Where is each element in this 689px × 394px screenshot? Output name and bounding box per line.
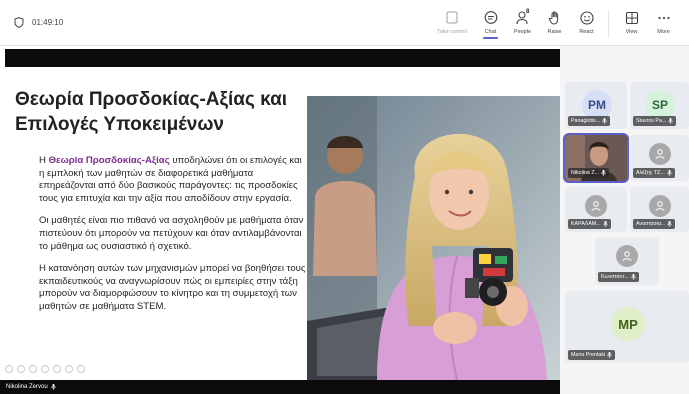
participant-tile[interactable]: Αλέξης ΤΖ...	[630, 135, 689, 181]
participant-name: Panagiotis...	[571, 118, 601, 124]
presentation-slide: Θεωρία Προσδοκίας-Αξίας και Επιλογές Υπο…	[5, 67, 560, 380]
slide-control-options[interactable]	[65, 365, 73, 373]
more-button[interactable]: More	[648, 6, 679, 35]
person-icon	[655, 201, 665, 212]
participant-name: Αναστασια...	[636, 221, 666, 227]
people-button[interactable]: 8 People	[507, 6, 538, 35]
chat-icon	[484, 11, 497, 24]
view-button[interactable]: View	[616, 6, 647, 35]
generic-avatar	[585, 195, 607, 217]
slide-body: Η Θεωρία Προσδοκίας-Αξίας υποδηλώνει ότι…	[39, 155, 307, 324]
participant-tile[interactable]: Αναστασια...	[630, 187, 689, 232]
slide-paragraph-3: Η κατανόηση αυτών των μηχανισμών μπορεί …	[39, 263, 306, 312]
participant-name: ΚΑΡΑΛΑΜ...	[571, 221, 601, 227]
participant-name-tag: Maria Prentaki	[568, 350, 616, 360]
participant-tile[interactable]: PM Panagiotis...	[565, 82, 627, 129]
slide-controls	[5, 365, 85, 373]
generic-avatar	[616, 245, 638, 267]
take-control-label: Take control	[437, 29, 467, 35]
slide-paragraph-2: Οι μαθητές είναι πιο πιθανό να ασχοληθού…	[39, 215, 304, 252]
mic-icon	[50, 384, 56, 390]
more-label: More	[657, 29, 670, 35]
shared-screen: Θεωρία Προσδοκίας-Αξίας και Επιλογές Υπο…	[0, 46, 560, 394]
meeting-timer: 01:49:10	[14, 17, 63, 28]
meeting-top-bar: 01:49:10 Take control Chat 8 People Rais…	[0, 0, 689, 46]
mic-icon	[607, 352, 612, 358]
participant-tile[interactable]: ΚΑΡΑΛΑΜ...	[565, 187, 627, 232]
people-count-badge: 8	[526, 9, 530, 15]
react-label: React	[579, 29, 594, 35]
shield-icon	[14, 17, 24, 28]
raise-hand-button[interactable]: Raise	[539, 6, 570, 35]
participant-gallery: PM Panagiotis... SP Stavros Pa... Nikoli…	[561, 46, 689, 394]
grid-icon	[625, 11, 638, 25]
generic-avatar	[649, 143, 671, 165]
participant-name: Nikolina Z...	[571, 170, 599, 176]
person-icon	[655, 149, 665, 160]
mic-icon	[631, 274, 636, 280]
meeting-toolbar: Take control Chat 8 People Raise React V…	[429, 6, 679, 42]
people-label: People	[513, 29, 532, 35]
person-icon	[591, 201, 601, 212]
slide-title: Θεωρία Προσδοκίας-Αξίας και Επιλογές Υπο…	[15, 89, 288, 135]
slide-control-pen[interactable]	[29, 365, 37, 373]
p1-prefix: Η	[39, 155, 49, 166]
generic-avatar	[649, 195, 671, 217]
avatar: MP	[611, 307, 645, 341]
slide-photo-girl-with-robot	[307, 96, 560, 380]
person-icon	[622, 251, 632, 262]
take-control-button[interactable]: Take control	[430, 6, 474, 35]
participant-name-tag: Κωνσταντ...	[598, 272, 639, 282]
participant-name: Αλέξης ΤΖ...	[636, 170, 665, 176]
presenter-name: Nikolina Zervou	[6, 384, 48, 390]
toolbar-divider	[608, 10, 609, 38]
participant-tile[interactable]: MP Maria Prentaki	[565, 291, 689, 363]
screen-bottom-letterbox	[0, 380, 560, 394]
participant-name: Κωνσταντ...	[601, 274, 629, 280]
mic-icon	[602, 118, 607, 124]
mic-icon	[602, 221, 608, 227]
mic-icon	[601, 170, 606, 176]
mic-icon	[667, 221, 673, 227]
react-button[interactable]: React	[571, 6, 602, 35]
participant-tile[interactable]: SP Stavros Pa...	[630, 82, 689, 129]
participant-name-tag: Αναστασια...	[633, 219, 676, 229]
slide-control-grid[interactable]	[53, 365, 61, 373]
more-dots-icon	[657, 16, 670, 20]
participant-name-tag: Αλέξης ΤΖ...	[633, 168, 675, 178]
slide-control-next[interactable]	[17, 365, 25, 373]
participant-tile[interactable]: Κωνσταντ...	[595, 237, 659, 285]
hand-icon	[548, 11, 558, 25]
slide-control-more[interactable]	[77, 365, 85, 373]
chat-label: Chat	[484, 29, 497, 35]
participant-name-tag: ΚΑΡΑΛΑΜ...	[568, 219, 611, 229]
participant-name-tag: Nikolina Z...	[568, 168, 609, 178]
mic-icon	[666, 170, 672, 176]
slide-control-prev[interactable]	[5, 365, 13, 373]
theory-highlight: Θεωρία Προσδοκίας-Αξίας	[48, 155, 170, 166]
smiley-icon	[579, 11, 594, 25]
chat-button[interactable]: Chat	[475, 6, 506, 39]
view-label: View	[625, 29, 638, 35]
participant-name: Stavros Pa...	[636, 118, 667, 124]
raise-label: Raise	[547, 29, 562, 35]
slide-control-zoom[interactable]	[41, 365, 49, 373]
slide-paragraph-1: Η Θεωρία Προσδοκίας-Αξίας υποδηλώνει ότι…	[39, 155, 307, 205]
participant-name-tag: Panagiotis...	[568, 116, 611, 126]
participant-name-tag: Stavros Pa...	[633, 116, 677, 126]
presenter-name-label: Nikolina Zervou	[6, 384, 56, 390]
take-control-icon	[446, 11, 458, 24]
screen-top-letterbox	[5, 49, 560, 67]
participant-tile-video[interactable]: Nikolina Z...	[565, 135, 627, 181]
participant-name: Maria Prentaki	[571, 352, 606, 358]
timer-text: 01:49:10	[32, 18, 64, 27]
mic-icon	[668, 118, 674, 124]
